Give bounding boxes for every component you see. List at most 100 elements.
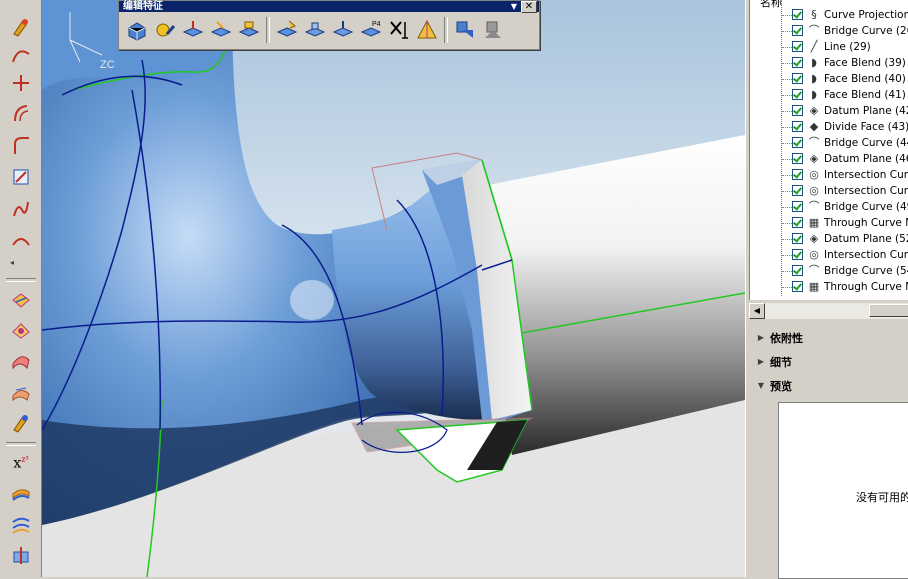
visibility-checkbox[interactable] bbox=[792, 57, 803, 68]
visibility-checkbox[interactable] bbox=[792, 201, 803, 212]
visibility-checkbox[interactable] bbox=[792, 153, 803, 164]
visibility-checkbox[interactable] bbox=[792, 217, 803, 228]
visibility-checkbox[interactable] bbox=[792, 249, 803, 260]
edit-feature-parameters-button[interactable] bbox=[123, 15, 151, 45]
scroll-left-icon[interactable]: ◀ bbox=[749, 303, 765, 319]
scroll-thumb[interactable] bbox=[869, 304, 908, 317]
tree-row[interactable]: ⌒ Bridge Curve (49) bbox=[750, 199, 908, 215]
positioning-icon bbox=[182, 21, 204, 37]
remove-parameters-button[interactable] bbox=[385, 15, 413, 45]
tree-row[interactable]: ◆ Divide Face (43) bbox=[750, 119, 908, 135]
fillet-curve-icon[interactable] bbox=[8, 132, 34, 158]
tree-connector bbox=[782, 191, 792, 192]
tree-connector bbox=[782, 15, 792, 16]
toolbar-scroll-icon[interactable]: ◂ bbox=[10, 258, 14, 267]
tree-row[interactable]: ◎ Intersection Curve bbox=[750, 167, 908, 183]
tree-row[interactable]: ╱ Line (29) bbox=[750, 39, 908, 55]
feature-tree[interactable]: 名称 §Curve Projection (⌒Bridge Curve (26)… bbox=[749, 0, 908, 300]
bridge-curve-icon: ⌒ bbox=[808, 264, 820, 277]
visibility-checkbox[interactable] bbox=[792, 265, 803, 276]
tree-row[interactable]: ◗ Face Blend (40) bbox=[750, 71, 908, 87]
toolbar-title[interactable]: 编辑特征 ▼ ✕ bbox=[119, 1, 539, 13]
edit-parameters-icon bbox=[128, 22, 146, 41]
extract-icon[interactable] bbox=[8, 410, 34, 436]
visibility-checkbox[interactable] bbox=[792, 105, 803, 116]
expand-icon[interactable]: ▶ bbox=[754, 355, 768, 369]
tree-row[interactable]: § Curve Projection ( bbox=[750, 7, 908, 23]
close-icon[interactable]: ✕ bbox=[521, 1, 537, 13]
preview-section[interactable]: ▼ 预览 bbox=[754, 379, 908, 395]
visibility-checkbox[interactable] bbox=[792, 233, 803, 244]
delayed-update-button[interactable] bbox=[413, 15, 441, 45]
visibility-checkbox[interactable] bbox=[792, 73, 803, 84]
update-model-icon bbox=[456, 21, 473, 38]
law-curve-icon[interactable] bbox=[8, 512, 34, 538]
tree-row[interactable]: ◎ Intersection Curve bbox=[750, 247, 908, 263]
suppress-feature-button[interactable] bbox=[301, 15, 329, 45]
expression-icon[interactable]: xz³ bbox=[8, 450, 34, 476]
edit-positioning-button[interactable] bbox=[179, 15, 207, 45]
offset-curve-icon[interactable] bbox=[8, 100, 34, 126]
toolbar-options-icon[interactable]: ▼ bbox=[511, 1, 517, 12]
toolbar-separator bbox=[266, 17, 270, 43]
face-blend-icon[interactable] bbox=[8, 288, 34, 314]
section-icon[interactable] bbox=[8, 542, 34, 568]
update-model-button[interactable] bbox=[451, 15, 479, 45]
feature-label: Face Blend (41) bbox=[824, 89, 906, 101]
tree-row[interactable]: ◈ Datum Plane (52) bbox=[750, 231, 908, 247]
tree-row[interactable]: ◎ Intersection Curve bbox=[750, 183, 908, 199]
studio-surface-icon[interactable] bbox=[8, 348, 34, 374]
bridge-curve-icon[interactable] bbox=[8, 228, 34, 254]
suppress-icon bbox=[304, 22, 326, 37]
tree-row[interactable]: ◈ Datum Plane (46) bbox=[750, 151, 908, 167]
curve-icon[interactable] bbox=[8, 42, 34, 68]
reorder-feature-button[interactable] bbox=[235, 15, 263, 45]
sketch-icon[interactable] bbox=[8, 164, 34, 190]
dependencies-section[interactable]: ▶ 依附性 bbox=[754, 331, 908, 347]
swept-icon[interactable] bbox=[8, 380, 34, 406]
feature-label: Through Curve Me bbox=[824, 217, 908, 229]
playback-icon bbox=[485, 21, 501, 38]
tree-row[interactable]: ⌒ Bridge Curve (26) bbox=[750, 23, 908, 39]
left-toolbar: ◂ xz³ bbox=[0, 0, 42, 577]
visibility-checkbox[interactable] bbox=[792, 169, 803, 180]
through-curves-icon[interactable] bbox=[8, 318, 34, 344]
tree-connector bbox=[782, 31, 792, 32]
tree-row[interactable]: ◈ Datum Plane (42) bbox=[750, 103, 908, 119]
expand-icon[interactable]: ▶ bbox=[754, 331, 768, 345]
visibility-checkbox[interactable] bbox=[792, 137, 803, 148]
visibility-checkbox[interactable] bbox=[792, 25, 803, 36]
tree-row[interactable]: ◗ Face Blend (41) bbox=[750, 87, 908, 103]
visibility-checkbox[interactable] bbox=[792, 41, 803, 52]
feature-label: Through Curve Me bbox=[824, 281, 908, 293]
tree-row[interactable]: ▦ Through Curve Me bbox=[750, 215, 908, 231]
visibility-checkbox[interactable] bbox=[792, 121, 803, 132]
tree-row[interactable]: ▦ Through Curve Me bbox=[750, 279, 908, 295]
trim-curve-icon[interactable] bbox=[8, 70, 34, 96]
tree-row[interactable]: ⌒ Bridge Curve (54) bbox=[750, 263, 908, 279]
visibility-checkbox[interactable] bbox=[792, 281, 803, 292]
select-icon[interactable] bbox=[8, 14, 34, 40]
horizontal-scrollbar[interactable]: ◀ bbox=[749, 302, 908, 319]
move-feature-icon bbox=[210, 21, 232, 37]
details-section[interactable]: ▶ 细节 bbox=[754, 355, 908, 371]
tree-connector bbox=[782, 175, 792, 176]
tree-connector bbox=[782, 111, 792, 112]
visibility-checkbox[interactable] bbox=[792, 9, 803, 20]
feature-label: Bridge Curve (26) bbox=[824, 25, 908, 37]
move-feature-button[interactable] bbox=[207, 15, 235, 45]
unsuppress-feature-button[interactable] bbox=[329, 15, 357, 45]
visibility-checkbox[interactable] bbox=[792, 89, 803, 100]
replace-feature-button[interactable] bbox=[273, 15, 301, 45]
tree-row[interactable]: ⌒ Bridge Curve (44) bbox=[750, 135, 908, 151]
bounded-plane-icon[interactable] bbox=[8, 482, 34, 508]
edit-with-rollback-button[interactable] bbox=[151, 15, 179, 45]
graphics-viewport[interactable]: ZC bbox=[42, 0, 745, 577]
tree-row[interactable]: ◗ Face Blend (39) bbox=[750, 55, 908, 71]
suppress-by-expression-button[interactable]: P4 bbox=[357, 15, 385, 45]
spline-icon[interactable] bbox=[8, 196, 34, 222]
visibility-checkbox[interactable] bbox=[792, 185, 803, 196]
collapse-icon[interactable]: ▼ bbox=[754, 379, 768, 393]
playback-button[interactable] bbox=[479, 15, 507, 45]
tree-connector bbox=[782, 79, 792, 80]
